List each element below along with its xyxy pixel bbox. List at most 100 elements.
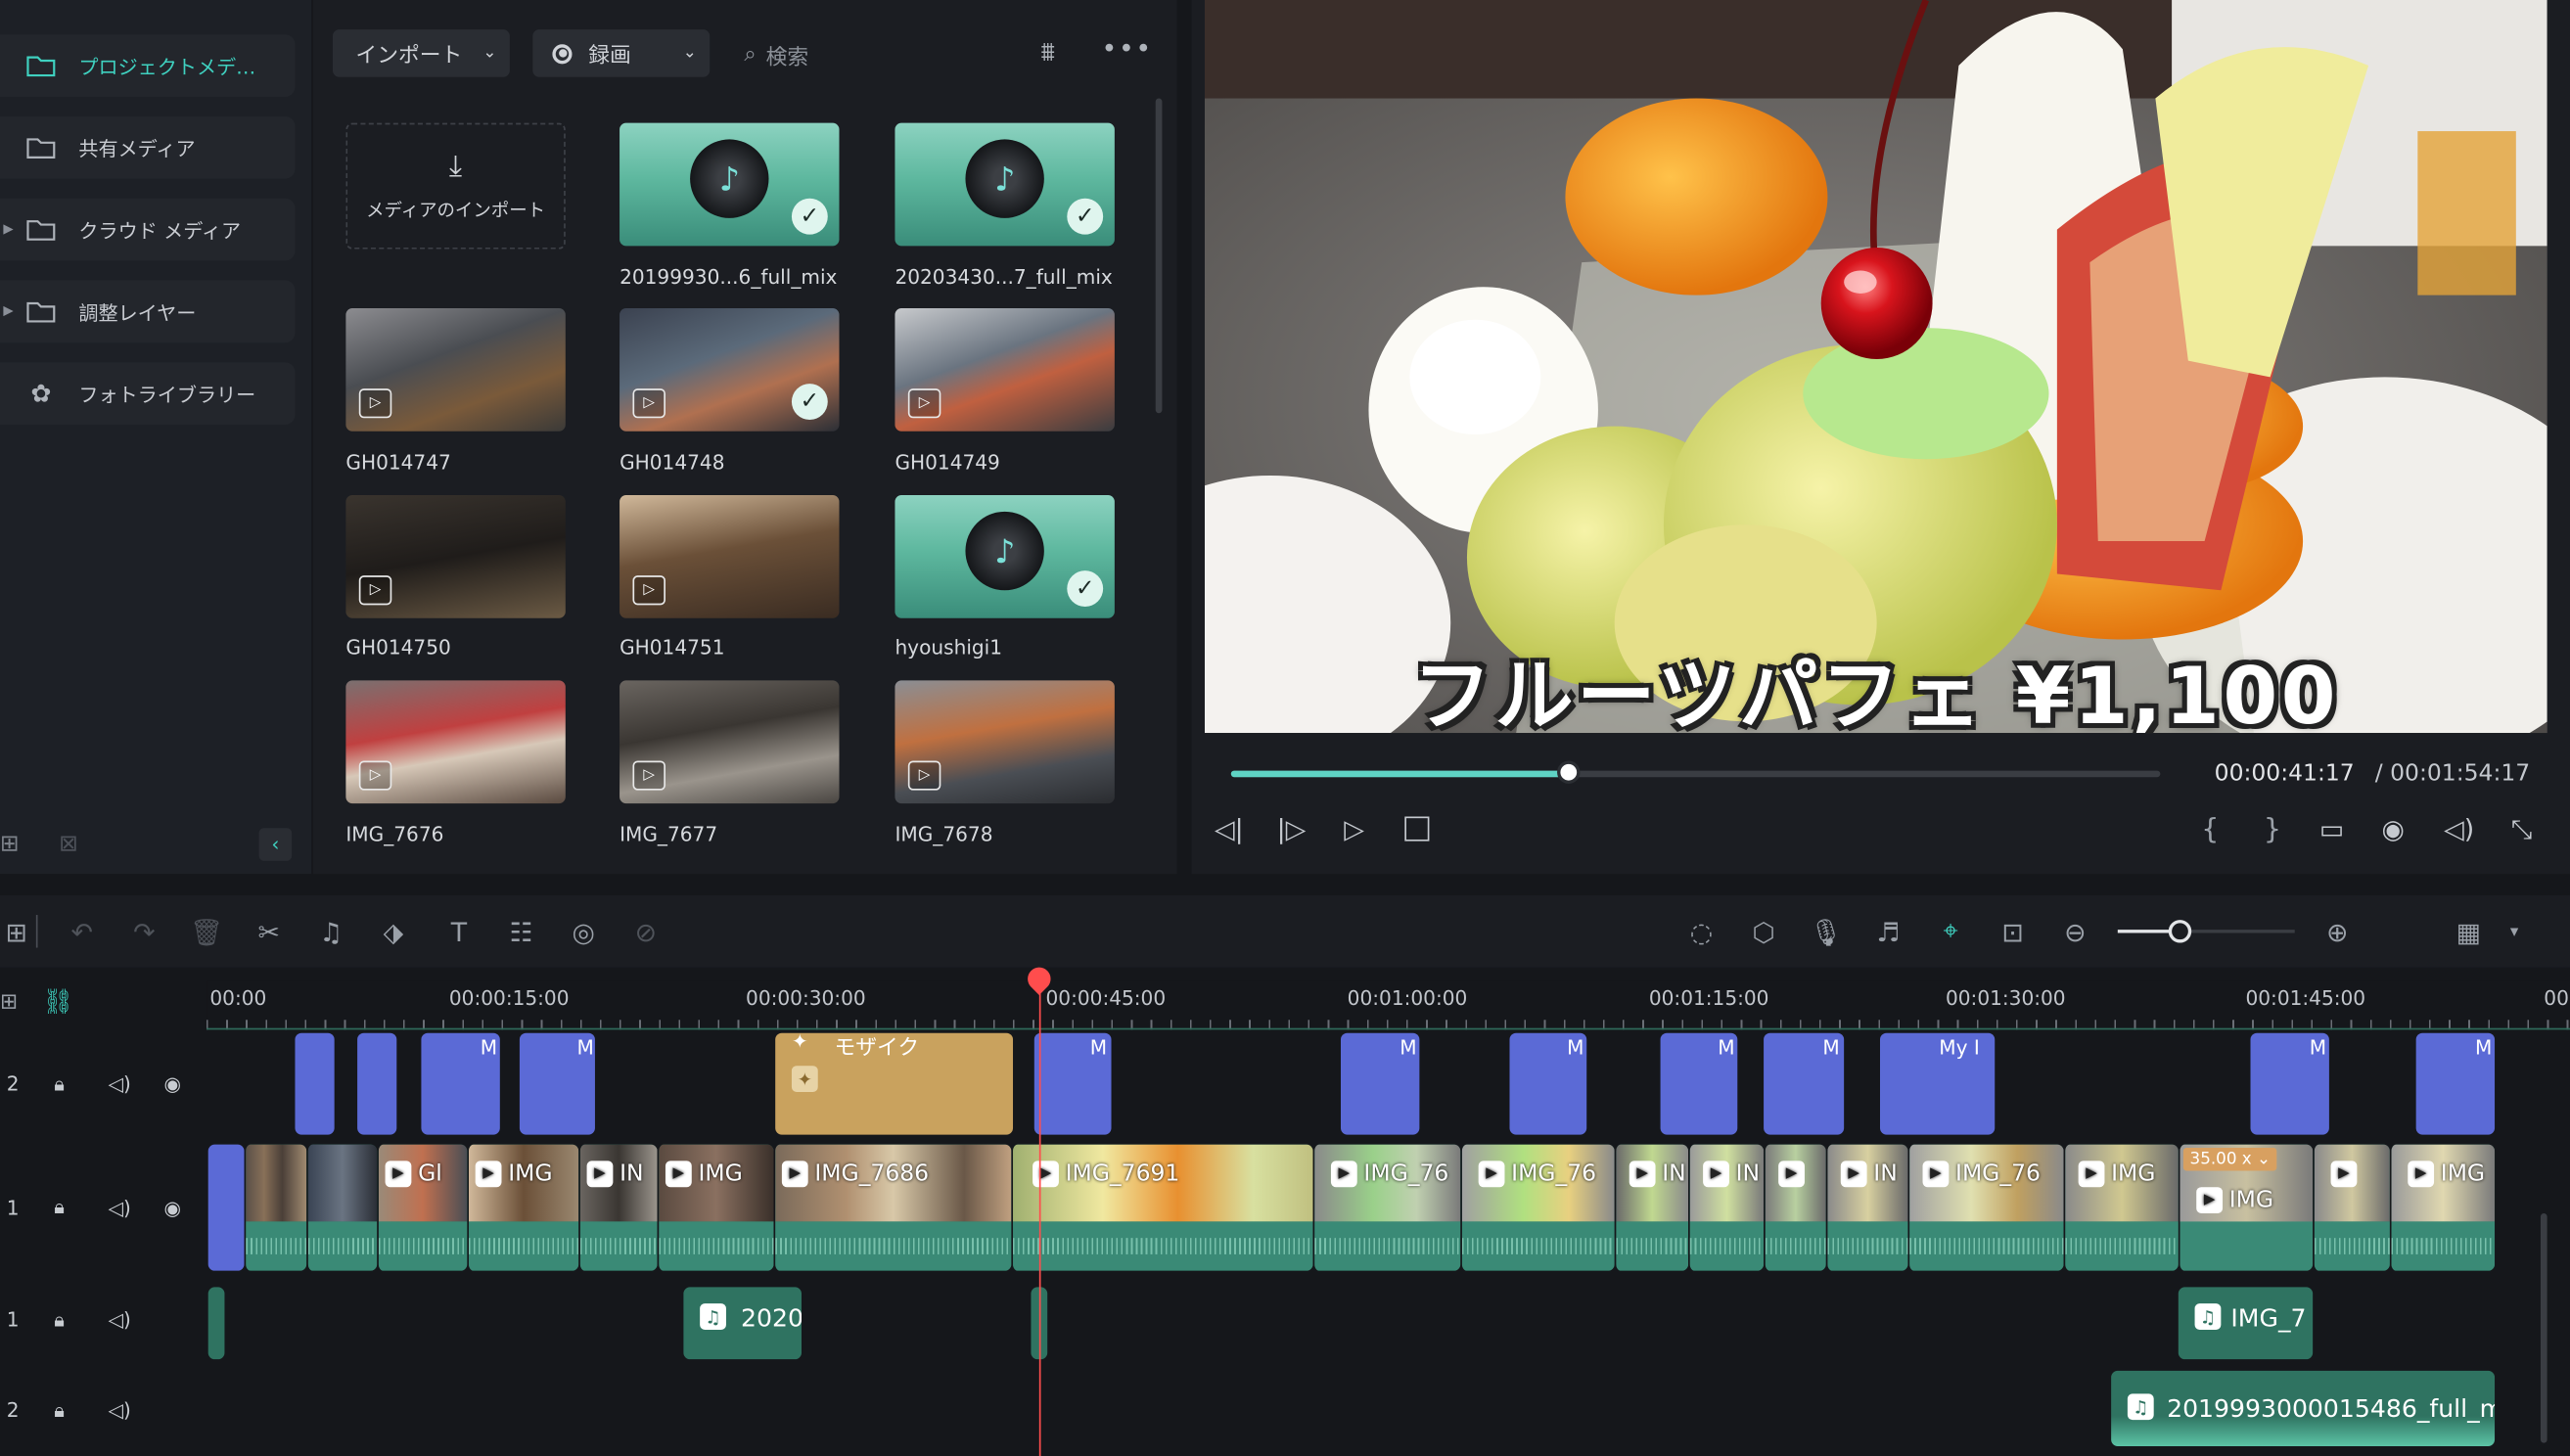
display-icon[interactable]: ▭ bbox=[2319, 813, 2344, 844]
playback-scrubber[interactable] bbox=[1230, 760, 2161, 784]
title-clip[interactable]: M bbox=[1660, 1032, 1738, 1135]
fullscreen-icon[interactable]: ⤡ bbox=[2511, 813, 2532, 846]
title-clip[interactable]: M bbox=[1340, 1032, 1420, 1135]
audio-wave-icon[interactable]: ◎ bbox=[567, 915, 599, 948]
title-clip[interactable]: M bbox=[1033, 1032, 1112, 1135]
scrubber-handle[interactable] bbox=[1556, 760, 1581, 784]
lock-icon[interactable]: 🔒︎ bbox=[54, 1307, 65, 1332]
video-clip[interactable] bbox=[306, 1144, 378, 1271]
media-thumbnail[interactable]: ♪ ✓ bbox=[895, 122, 1115, 247]
eye-icon[interactable]: ◉ bbox=[163, 1196, 181, 1218]
sidebar-item-cloud-media[interactable]: ▶ クラウド メディア bbox=[0, 198, 296, 261]
video-clip[interactable]: ▶ IMG_76 bbox=[1907, 1144, 2064, 1271]
title-clip[interactable]: My I bbox=[1879, 1032, 1996, 1135]
video-frame[interactable]: フルーツパフェ ¥1,100 bbox=[1204, 0, 2547, 734]
volume-icon[interactable]: ◁) bbox=[109, 1072, 131, 1095]
cut-icon[interactable]: ✂ bbox=[252, 915, 285, 948]
grid-view-icon[interactable]: ▦ bbox=[2453, 915, 2485, 948]
layout-icon[interactable]: ⊞ bbox=[0, 915, 32, 948]
media-thumbnail[interactable]: ▷ bbox=[895, 308, 1115, 432]
text-icon[interactable]: T bbox=[442, 915, 475, 948]
sidebar-item-shared-media[interactable]: 共有メディア bbox=[0, 115, 296, 179]
timeline-scrollbar[interactable] bbox=[2540, 1213, 2547, 1443]
volume-icon[interactable]: ◁) bbox=[2444, 813, 2474, 844]
step-forward-icon[interactable]: |▷ bbox=[1277, 813, 1307, 844]
timeline-ruler[interactable]: 00:00 00:00:15:00 00:00:30:00 00:00:45:0… bbox=[207, 980, 2570, 1030]
render-icon[interactable]: ◌ bbox=[1685, 915, 1718, 948]
media-thumbnail[interactable]: ▷ bbox=[620, 680, 840, 804]
tag-icon[interactable]: ⬗ bbox=[377, 915, 409, 948]
media-thumbnail[interactable]: ▷ bbox=[345, 308, 566, 432]
title-clip[interactable]: M bbox=[2250, 1032, 2329, 1135]
search-input[interactable]: ⌕ 検索 bbox=[744, 39, 808, 70]
volume-icon[interactable]: ◁) bbox=[109, 1398, 131, 1421]
volume-icon[interactable]: ◁) bbox=[109, 1308, 131, 1331]
speed-clip[interactable]: 35.00 x ⌄ ▶ IMG bbox=[2178, 1144, 2314, 1271]
lock-icon[interactable]: 🔒︎ bbox=[54, 1071, 65, 1096]
chevron-down-icon[interactable]: ▾ bbox=[2498, 915, 2530, 948]
sidebar-item-project-media[interactable]: プロジェクトメデ… bbox=[0, 34, 296, 97]
media-thumbnail[interactable]: ▷ bbox=[345, 680, 566, 804]
caret-right-icon[interactable]: ▶ bbox=[3, 303, 13, 318]
snap-icon[interactable]: ⌖ bbox=[1934, 915, 1966, 948]
mark-out-icon[interactable]: } bbox=[2264, 813, 2281, 846]
add-track-icon[interactable]: ⊞ bbox=[0, 990, 18, 1015]
video-clip[interactable] bbox=[244, 1144, 307, 1271]
marker-icon[interactable]: ⬡ bbox=[1747, 915, 1779, 948]
media-thumbnail[interactable]: ♪ ✓ bbox=[895, 495, 1115, 618]
zoom-slider[interactable] bbox=[2117, 920, 2295, 943]
step-back-icon[interactable]: ◁| bbox=[1215, 813, 1244, 844]
media-thumbnail[interactable]: ▷ bbox=[895, 680, 1115, 804]
audio-clip[interactable]: ♫ IMG_7 bbox=[2178, 1287, 2314, 1360]
speed-badge[interactable]: 35.00 x ⌄ bbox=[2182, 1147, 2277, 1171]
selected-clip-handle[interactable] bbox=[207, 1144, 245, 1271]
lock-icon[interactable]: 🔒︎ bbox=[54, 1196, 65, 1220]
tts-icon[interactable]: ⊘ bbox=[629, 915, 662, 948]
media-thumbnail[interactable]: ▷ bbox=[345, 495, 566, 618]
microphone-icon[interactable]: 🎙 bbox=[1810, 915, 1843, 948]
sidebar-item-adjustment-layer[interactable]: ▶ 調整レイヤー bbox=[0, 280, 296, 343]
audio-clip[interactable]: ♫ 2019993000015486_full_m bbox=[2111, 1370, 2496, 1446]
lock-icon[interactable]: 🔒︎ bbox=[54, 1398, 65, 1423]
media-thumbnail[interactable]: ♪ ✓ bbox=[620, 122, 840, 247]
media-scrollbar[interactable] bbox=[1155, 98, 1163, 414]
title-clip[interactable] bbox=[357, 1032, 397, 1135]
filter-icon[interactable]: ⩩ bbox=[1040, 36, 1054, 69]
audio-clip[interactable]: ♫ 2020 bbox=[683, 1287, 802, 1360]
media-thumbnail[interactable]: ▷ bbox=[620, 495, 840, 618]
delete-folder-icon[interactable]: ⊠ bbox=[59, 832, 78, 858]
video-clip[interactable]: ▶ IN bbox=[578, 1144, 658, 1271]
video-clip[interactable]: ▶ bbox=[2313, 1144, 2390, 1271]
zoom-in-icon[interactable]: ⊕ bbox=[2321, 915, 2354, 948]
snapshot-icon[interactable]: ◉ bbox=[2381, 813, 2404, 844]
title-clip[interactable]: M bbox=[2415, 1032, 2496, 1135]
video-clip[interactable]: ▶ IMG_7691 bbox=[1011, 1144, 1313, 1271]
video-clip[interactable]: ▶ IMG_76 bbox=[1312, 1144, 1461, 1271]
video-clip[interactable]: ▶ IMG bbox=[2063, 1144, 2179, 1271]
play-icon[interactable]: ▷ bbox=[1344, 813, 1364, 844]
video-clip[interactable]: ▶ IN bbox=[1688, 1144, 1765, 1271]
caret-right-icon[interactable]: ▶ bbox=[3, 221, 13, 236]
import-dropdown[interactable]: インポート ⌄ bbox=[332, 29, 510, 77]
fit-icon[interactable]: ⊡ bbox=[1996, 915, 2029, 948]
video-clip[interactable]: ▶ IN bbox=[1825, 1144, 1908, 1271]
media-thumbnail[interactable]: ▷ ✓ bbox=[620, 308, 840, 432]
title-clip[interactable]: M bbox=[519, 1032, 595, 1135]
eye-icon[interactable]: ◉ bbox=[163, 1072, 181, 1095]
playhead-line[interactable] bbox=[1038, 990, 1041, 1456]
adjust-icon[interactable]: ☷ bbox=[505, 915, 537, 948]
video-clip[interactable]: ▶ IMG bbox=[2389, 1144, 2496, 1271]
mosaic-clip[interactable]: ✦ モザイク ✦ bbox=[775, 1032, 1014, 1135]
volume-icon[interactable]: ◁) bbox=[109, 1196, 131, 1218]
more-options-icon[interactable]: ••• bbox=[1101, 33, 1152, 65]
video-clip[interactable]: ▶ IN bbox=[1614, 1144, 1689, 1271]
title-clip[interactable]: M bbox=[1764, 1032, 1845, 1135]
undo-icon[interactable]: ↶ bbox=[66, 915, 98, 948]
video-clip[interactable]: ▶ IMG bbox=[467, 1144, 579, 1271]
new-folder-icon[interactable]: ⊞ bbox=[0, 832, 20, 858]
collapse-sidebar-button[interactable]: ‹ bbox=[258, 828, 293, 861]
delete-icon[interactable]: 🗑 bbox=[190, 915, 223, 948]
video-clip[interactable]: ▶ IMG_76 bbox=[1460, 1144, 1615, 1271]
video-clip[interactable]: ▶ IMG_7686 bbox=[773, 1144, 1012, 1271]
record-dropdown[interactable]: 録画 ⌄ bbox=[532, 29, 711, 77]
